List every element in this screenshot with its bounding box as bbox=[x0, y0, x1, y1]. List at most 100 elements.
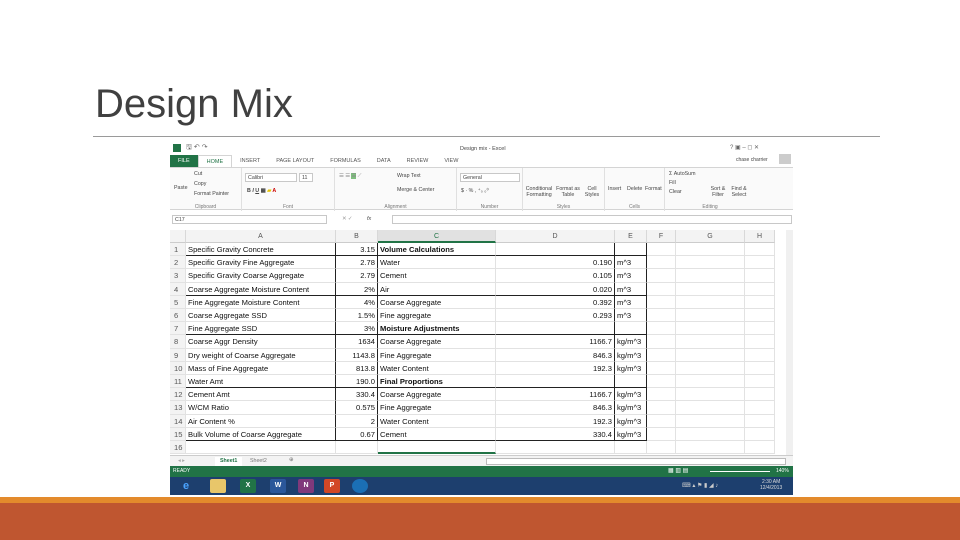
cell[interactable] bbox=[615, 375, 647, 389]
cell[interactable]: Air Content % bbox=[186, 414, 336, 428]
cell[interactable] bbox=[676, 348, 745, 362]
cell[interactable] bbox=[745, 441, 775, 455]
cell[interactable]: 3.15 bbox=[336, 243, 378, 257]
cell[interactable] bbox=[676, 269, 745, 283]
cell[interactable] bbox=[676, 309, 745, 323]
fill-button[interactable]: Fill bbox=[669, 180, 676, 186]
cell[interactable] bbox=[647, 388, 676, 402]
autosum-button[interactable]: Σ AutoSum bbox=[669, 171, 696, 177]
tab-review[interactable]: REVIEW bbox=[399, 155, 437, 167]
column-header-e[interactable]: E bbox=[615, 230, 647, 243]
cell[interactable] bbox=[615, 441, 647, 455]
cell[interactable] bbox=[676, 441, 745, 455]
formula-input[interactable] bbox=[392, 215, 792, 224]
cell[interactable] bbox=[647, 282, 676, 296]
cell[interactable] bbox=[647, 243, 676, 257]
cell[interactable] bbox=[745, 335, 775, 349]
column-header-b[interactable]: B bbox=[336, 230, 378, 243]
cell[interactable]: 330.4 bbox=[336, 388, 378, 402]
cell[interactable]: Moisture Adjustments bbox=[378, 322, 496, 336]
row-header[interactable]: 8 bbox=[170, 335, 186, 349]
tab-view[interactable]: VIEW bbox=[436, 155, 466, 167]
cell[interactable] bbox=[336, 441, 378, 455]
cell[interactable] bbox=[615, 322, 647, 336]
select-all-corner[interactable] bbox=[170, 230, 186, 243]
cell[interactable]: m^3 bbox=[615, 282, 647, 296]
cell[interactable]: kg/m^3 bbox=[615, 388, 647, 402]
row-header[interactable]: 5 bbox=[170, 295, 186, 309]
cell[interactable] bbox=[676, 243, 745, 257]
cell[interactable] bbox=[647, 375, 676, 389]
align-buttons[interactable]: ☰ ☰ ☰ ⟋ bbox=[339, 173, 361, 180]
tab-home[interactable]: HOME bbox=[197, 155, 233, 167]
cell[interactable]: 4% bbox=[336, 295, 378, 309]
cell[interactable] bbox=[647, 256, 676, 270]
zoom-level[interactable]: 140% bbox=[776, 466, 789, 477]
word-icon[interactable]: W bbox=[270, 479, 286, 493]
row-header[interactable]: 13 bbox=[170, 401, 186, 415]
conditional-formatting-button[interactable]: Conditional Formatting bbox=[525, 186, 553, 198]
delete-button[interactable]: Delete bbox=[627, 186, 642, 192]
cancel-confirm-icons[interactable]: ✕ ✓ bbox=[342, 216, 352, 222]
cell[interactable] bbox=[745, 361, 775, 375]
cell[interactable]: 846.3 bbox=[496, 401, 615, 415]
cell[interactable] bbox=[647, 414, 676, 428]
cell[interactable] bbox=[745, 427, 775, 441]
cell-styles-button[interactable]: Cell Styles bbox=[583, 186, 601, 198]
cell[interactable]: 0.105 bbox=[496, 269, 615, 283]
cell[interactable]: kg/m^3 bbox=[615, 427, 647, 441]
cell[interactable]: kg/m^3 bbox=[615, 401, 647, 415]
cell[interactable] bbox=[676, 335, 745, 349]
cell[interactable]: m^3 bbox=[615, 269, 647, 283]
cell[interactable]: 0.190 bbox=[496, 256, 615, 270]
format-button[interactable]: Format bbox=[645, 186, 662, 192]
merge-center-button[interactable]: Merge & Center bbox=[397, 187, 434, 193]
cell[interactable]: Fine Aggregate bbox=[378, 348, 496, 362]
row-header[interactable]: 9 bbox=[170, 348, 186, 362]
cell[interactable] bbox=[496, 441, 615, 455]
file-explorer-icon[interactable] bbox=[210, 479, 226, 493]
cell[interactable]: 192.3 bbox=[496, 361, 615, 375]
cell[interactable]: Cement bbox=[378, 269, 496, 283]
cell[interactable]: m^3 bbox=[615, 256, 647, 270]
cell[interactable]: kg/m^3 bbox=[615, 348, 647, 362]
cell[interactable]: 2% bbox=[336, 282, 378, 296]
cell[interactable] bbox=[745, 256, 775, 270]
cell[interactable]: Final Proportions bbox=[378, 375, 496, 389]
cell[interactable] bbox=[186, 441, 336, 455]
cell[interactable] bbox=[647, 427, 676, 441]
clock[interactable]: 2:30 AM 12/4/2013 bbox=[760, 479, 782, 491]
cell[interactable]: 1143.8 bbox=[336, 348, 378, 362]
row-header[interactable]: 15 bbox=[170, 427, 186, 441]
tab-file[interactable]: FILE bbox=[170, 155, 198, 167]
horizontal-scrollbar[interactable] bbox=[486, 458, 786, 465]
cell[interactable]: Mass of Fine Aggregate bbox=[186, 361, 336, 375]
find-select-button[interactable]: Find & Select bbox=[729, 186, 749, 198]
number-format-select[interactable]: General bbox=[460, 173, 520, 182]
bold-italic-underline-buttons[interactable]: B I U ▦ ▰ A bbox=[247, 188, 276, 194]
column-header-h[interactable]: H bbox=[745, 230, 775, 243]
paste-button[interactable]: Paste bbox=[174, 185, 188, 191]
column-header-g[interactable]: G bbox=[676, 230, 745, 243]
cell[interactable]: 1.5% bbox=[336, 309, 378, 323]
cell[interactable]: Specific Gravity Fine Aggregate bbox=[186, 256, 336, 270]
vertical-scrollbar[interactable] bbox=[786, 230, 793, 455]
cell[interactable]: Coarse Aggregate Moisture Content bbox=[186, 282, 336, 296]
cell[interactable]: 1634 bbox=[336, 335, 378, 349]
copy-button[interactable]: Copy bbox=[194, 181, 206, 187]
tab-data[interactable]: DATA bbox=[369, 155, 399, 167]
view-buttons[interactable]: ▦ ▥ ▤ bbox=[668, 466, 688, 477]
cell[interactable]: m^3 bbox=[615, 309, 647, 323]
cell[interactable]: 3% bbox=[336, 322, 378, 336]
cell[interactable]: 330.4 bbox=[496, 427, 615, 441]
cell[interactable]: 846.3 bbox=[496, 348, 615, 362]
row-header[interactable]: 11 bbox=[170, 375, 186, 389]
cell[interactable]: Cement Amt bbox=[186, 388, 336, 402]
cell[interactable]: 2.78 bbox=[336, 256, 378, 270]
cell[interactable] bbox=[745, 309, 775, 323]
cell[interactable]: Bulk Volume of Coarse Aggregate bbox=[186, 427, 336, 441]
cell[interactable] bbox=[615, 243, 647, 257]
cell[interactable]: Cement bbox=[378, 427, 496, 441]
cell[interactable]: 190.0 bbox=[336, 375, 378, 389]
format-as-table-button[interactable]: Format as Table bbox=[555, 186, 581, 198]
